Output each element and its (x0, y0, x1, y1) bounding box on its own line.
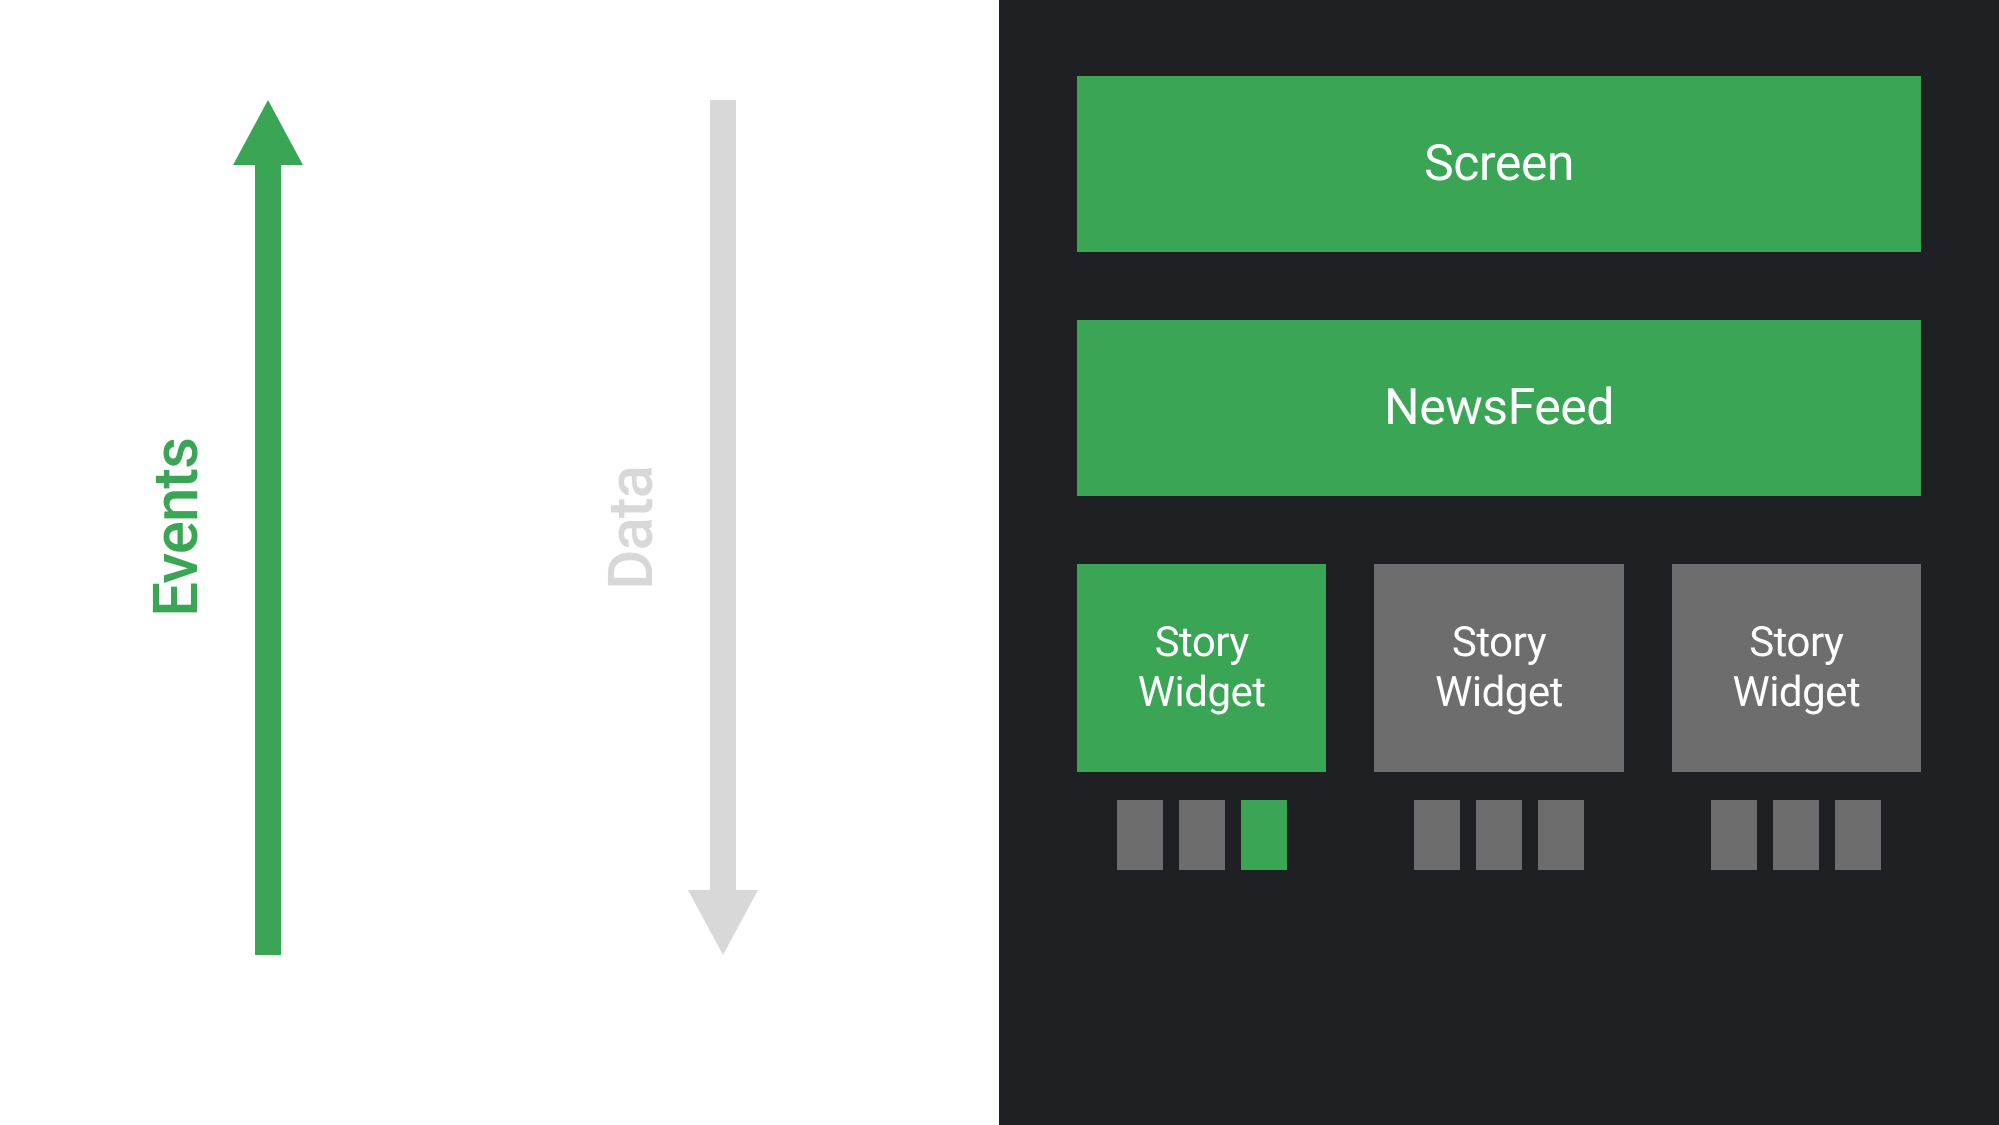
indicator (1773, 800, 1819, 870)
indicator (1117, 800, 1163, 870)
widget-column: Story Widget (1077, 564, 1326, 870)
indicator (1538, 800, 1584, 870)
data-arrow-group: Data (595, 95, 758, 960)
spacer (1077, 252, 1921, 320)
indicator (1414, 800, 1460, 870)
arrow-down-icon (688, 100, 758, 955)
story-widget-block: Story Widget (1077, 564, 1326, 772)
spacer (1077, 496, 1921, 564)
indicators-row (1711, 800, 1881, 870)
widget-column: Story Widget (1374, 564, 1623, 870)
arrow-up-icon (233, 100, 303, 955)
widget-column: Story Widget (1672, 564, 1921, 870)
story-widget-label: Story Widget (1435, 618, 1563, 719)
indicator (1835, 800, 1881, 870)
widgets-row: Story Widget Story Widget Story Widget (1077, 564, 1921, 870)
story-widget-label: Story Widget (1732, 618, 1860, 719)
events-label: Events (140, 438, 213, 617)
indicator (1711, 800, 1757, 870)
indicator (1179, 800, 1225, 870)
left-panel: Events Data (0, 0, 999, 1125)
newsfeed-label: NewsFeed (1384, 379, 1614, 437)
story-widget-label: Story Widget (1138, 618, 1266, 719)
newsfeed-block: NewsFeed (1077, 320, 1921, 496)
screen-label: Screen (1424, 135, 1574, 193)
story-widget-block: Story Widget (1672, 564, 1921, 772)
right-panel: Screen NewsFeed Story Widget Story Widge… (999, 0, 1999, 1125)
data-label: Data (595, 466, 668, 590)
indicators-row (1414, 800, 1584, 870)
indicator (1241, 800, 1287, 870)
indicator (1476, 800, 1522, 870)
screen-block: Screen (1077, 76, 1921, 252)
events-arrow-group: Events (140, 95, 303, 960)
indicators-row (1117, 800, 1287, 870)
story-widget-block: Story Widget (1374, 564, 1623, 772)
